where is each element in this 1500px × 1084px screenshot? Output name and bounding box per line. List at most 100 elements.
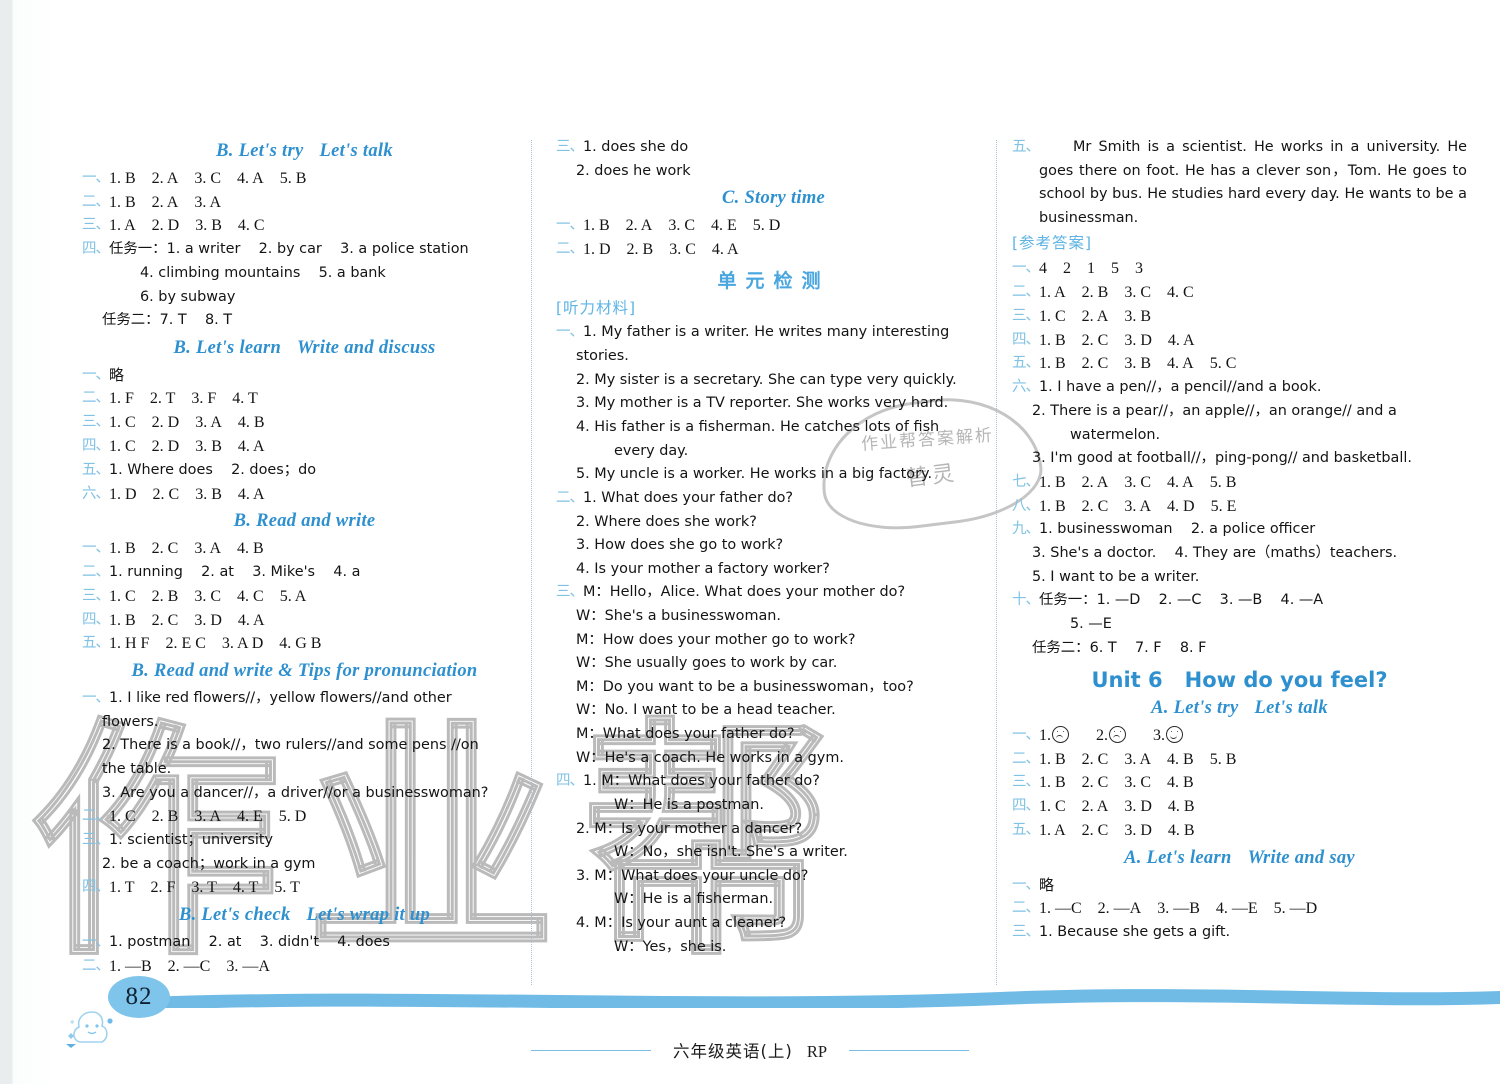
answer-marker: 三、: [82, 414, 110, 431]
answer-continuation: 任务二：6. T 7. F 8. F: [1012, 637, 1467, 661]
answer-text: 1. A 2. C 3. D 4. B: [1039, 822, 1195, 840]
answer-text: 1. F 2. T 3. F 4. T: [109, 390, 258, 408]
answer-faces: 1. 2. 3.: [1039, 724, 1467, 748]
footer-rule-left: [530, 1049, 651, 1051]
material-bracket-text: [听力材料]: [556, 298, 637, 317]
answer-marker: 二、: [556, 489, 584, 506]
answer-text: W：She usually goes to work by car.: [576, 655, 838, 672]
answer-text: W：He's a coach. He works in a gym.: [576, 749, 844, 766]
answer-row: 二、 1. B 2. C 3. A 4. B 5. B: [1012, 748, 1467, 772]
answer-marker: 五、: [82, 461, 110, 478]
answer-continuation: flowers.: [82, 711, 527, 735]
answer-row: 一、 1. postman 2. at 3. didn't 4. does: [82, 931, 527, 955]
answer-marker: 一、: [82, 366, 110, 383]
section-heading-a: B. Let's learn: [173, 337, 282, 358]
answer-marker: 三、: [1012, 774, 1040, 791]
answer-continuation: W：She's a businesswoman.: [556, 605, 991, 629]
answer-marker: 九、: [1012, 521, 1040, 538]
answer-text: 1. What does your father do?: [583, 489, 794, 506]
page-footer: 82 六年级英语(上) RP: [0, 976, 1500, 1084]
answer-marker: 二、: [82, 193, 110, 210]
answer-row: 五、 1. H F 2. E C 3. A D 4. G B: [82, 632, 527, 656]
answer-continuation: 5. —E: [1012, 613, 1467, 637]
answer-continuation: 2. be a coach；work in a gym: [82, 853, 527, 877]
happy-face-icon: [1166, 725, 1183, 743]
answer-continuation: W：He is a fisherman.: [556, 888, 991, 912]
answer-text: 2. There is a pear//，an apple//，an orang…: [1032, 402, 1397, 419]
answer-row: 三、 1. B 2. C 3. C 4. B: [1012, 771, 1467, 795]
answer-column-2: 三、 1. does she do 2. does he work C. Story …: [556, 136, 991, 959]
answer-text: 1. H F 2. E C 3. A D 4. G B: [109, 635, 322, 653]
answer-text: flowers.: [102, 713, 159, 730]
answer-row: 三、 1. C 2. B 3. C 4. C 5. A: [82, 585, 527, 609]
answer-text: 1. C 2. A 3. B: [1039, 307, 1152, 325]
answer-row: 二、 1. —C 2. —A 3. —B 4. —E 5. —D: [1012, 897, 1467, 921]
answer-continuation: 4. M：Is your aunt a cleaner?: [556, 912, 991, 936]
answer-marker: 五、: [1012, 355, 1040, 372]
answer-text: 1. Because she gets a gift.: [1039, 924, 1231, 941]
answer-text: 1. running 2. at 3. Mike's 4. a: [109, 563, 361, 580]
answer-continuation: 3. She's a doctor. 4. They are（maths）tea…: [1012, 542, 1467, 566]
answer-text: 4. Is your mother a factory worker?: [576, 560, 830, 577]
answer-continuation: 6. by subway: [82, 286, 527, 310]
answer-continuation: every day.: [556, 440, 991, 464]
answer-text: 5. My uncle is a worker. He works in a b…: [576, 466, 933, 483]
answer-row: 三、 1. A 2. D 3. B 4. C: [82, 214, 527, 238]
answer-continuation: W：No. I want to be a head teacher.: [556, 699, 991, 723]
answer-continuation: 3. How does she go to work?: [556, 534, 991, 558]
answer-row: 三、 M：Hello，Alice. What does your mother d…: [556, 581, 991, 605]
section-heading: A. Let's learn Write and say: [1012, 847, 1467, 871]
unit-heading-title: How do you feel?: [1184, 668, 1388, 693]
page-number: 82: [125, 983, 153, 1010]
answer-text: 任务二：7. T 8. T: [102, 312, 233, 329]
answer-text: 3. She's a doctor. 4. They are（maths）tea…: [1032, 545, 1398, 562]
answer-marker: 二、: [1012, 900, 1040, 917]
section-heading: B. Read and write & Tips for pronunciati…: [82, 660, 527, 684]
answer-row: 八、 1. B 2. C 3. A 4. D 5. E: [1012, 495, 1467, 519]
answer-row: 一、略: [1012, 874, 1467, 898]
answer-continuation: 4. His father is a fisherman. He catches…: [556, 416, 991, 440]
answer-text: stories.: [576, 348, 629, 365]
section-heading-b: Write and discuss: [297, 337, 436, 358]
answer-row: 四、 1. C 2. D 3. B 4. A: [82, 435, 527, 459]
answer-text: 1. A 2. B 3. C 4. C: [1039, 283, 1194, 301]
answer-text: 任务一：1. a writer 2. by car 3. a police st…: [109, 241, 469, 258]
answer-text: 2. be a coach；work in a gym: [102, 855, 316, 872]
section-heading-b: Let's wrap it up: [306, 905, 431, 926]
answer-marker: 二、: [556, 240, 584, 257]
answer-marker: 三、: [82, 587, 110, 604]
answer-text: 1. B 2. C 3. B 4. A 5. C: [1039, 355, 1237, 373]
footer-label: 六年级英语(上) RP: [673, 1038, 827, 1062]
answer-text: 略: [1039, 875, 1055, 894]
answer-text: 4. His father is a fisherman. He catches…: [576, 418, 940, 435]
answer-marker: 一、: [1012, 876, 1040, 893]
section-heading-a: A. Let's try: [1151, 698, 1239, 719]
answer-marker: 五、: [1012, 822, 1040, 839]
answer-column-1: B. Let's try Let's talk 一、 1. B 2. A 3. C 4…: [82, 136, 527, 978]
answer-marker: 二、: [1012, 750, 1040, 767]
answer-marker: 四、: [556, 773, 584, 790]
answer-marker: 五、: [1012, 139, 1040, 155]
answer-row: 一、略: [82, 364, 527, 388]
unit-heading: Unit 6 How do you feel?: [1012, 668, 1467, 693]
answer-continuation: M：How does your mother go to work?: [556, 629, 991, 653]
answer-marker: 七、: [1012, 473, 1040, 490]
answer-text: 1. B 2. C 3. D 4. A: [109, 611, 265, 629]
answer-text: 3. Are you a dancer//，a driver//or a bus…: [102, 784, 489, 801]
section-heading-a: B. Read and write & Tips for pronunciati…: [131, 661, 478, 682]
answer-text: 1. D 2. C 3. B 4. A: [109, 485, 265, 503]
answer-text: 2. My sister is a secretary. She can typ…: [576, 371, 957, 388]
answer-continuation: M：Do you want to be a businesswoman，too?: [556, 676, 991, 700]
answer-row: 五、 1. Where does 2. does；do: [82, 459, 527, 483]
answer-row: 五、 1. A 2. C 3. D 4. B: [1012, 819, 1467, 843]
answer-text: 1. My father is a writer. He writes many…: [583, 324, 950, 341]
answer-row: 七、 1. B 2. A 3. C 4. A 5. B: [1012, 471, 1467, 495]
section-heading-b: Let's talk: [1254, 698, 1328, 719]
answer-text: W：He is a fisherman.: [614, 891, 774, 908]
answer-continuation: 5. My uncle is a worker. He works in a b…: [556, 463, 991, 487]
material-bracket-label: [听力材料]: [556, 297, 991, 321]
columns-container: B. Let's try Let's talk 一、 1. B 2. A 3. C 4…: [0, 136, 1500, 976]
answer-continuation: 2. M：Is your mother a dancer?: [556, 818, 991, 842]
answer-text: W：He is a postman.: [614, 797, 764, 814]
answer-row-faces: 一、 1. 2. 3.: [1012, 724, 1467, 748]
